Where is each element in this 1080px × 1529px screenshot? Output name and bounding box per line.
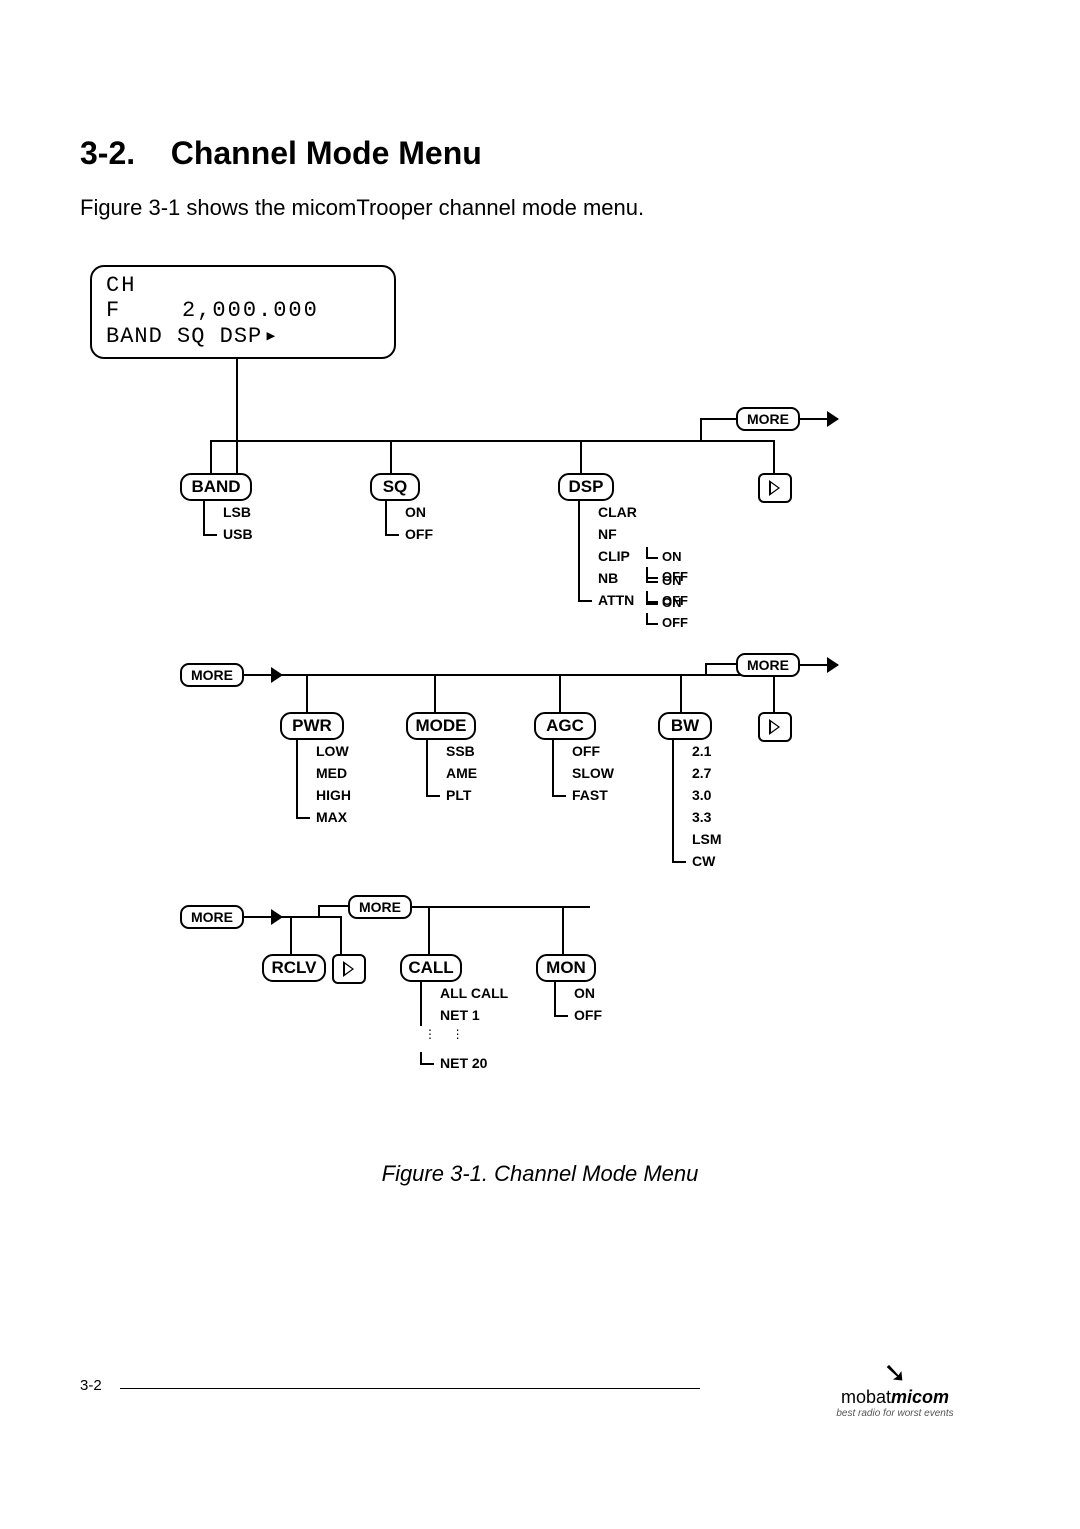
sq-options: ON OFF (385, 501, 433, 545)
connector (210, 440, 775, 442)
arrow-right-icon (798, 418, 838, 420)
connector (700, 418, 702, 442)
heading-number: 3-2. (80, 135, 135, 171)
logo-text-right: micom (891, 1387, 949, 1407)
mode-options: SSB AME PLT (426, 740, 477, 806)
bw-options: 2.1 2.7 3.0 3.3 LSM CW (672, 740, 722, 872)
connector (680, 674, 682, 714)
more-button-row1[interactable]: MORE (736, 407, 800, 431)
connector (773, 440, 775, 475)
next-page-button-row2[interactable] (758, 712, 792, 742)
ellipsis-icon: ⋮ ⋮ (424, 1027, 467, 1041)
figure-caption: Figure 3-1. Channel Mode Menu (80, 1161, 1000, 1187)
connector (434, 674, 436, 714)
agc-button[interactable]: AGC (534, 712, 596, 740)
connector (390, 440, 392, 475)
lcd-line-1: CH (106, 273, 380, 298)
arrow-right-icon (798, 664, 838, 666)
rclv-button[interactable]: RCLV (262, 954, 326, 982)
dsp-attn-options: ON OFF (646, 593, 688, 633)
sq-button[interactable]: SQ (370, 473, 420, 501)
intro-text: Figure 3-1 shows the micomTrooper channe… (80, 195, 644, 221)
agc-options: OFF SLOW FAST (552, 740, 614, 806)
arrow-right-icon (242, 674, 282, 676)
logo-tagline: best radio for worst events (795, 1408, 995, 1419)
connector (773, 674, 775, 714)
connector (580, 440, 582, 475)
page: 3-2. Channel Mode Menu Figure 3-1 shows … (0, 0, 1080, 1529)
bw-button[interactable]: BW (658, 712, 712, 740)
connector (318, 905, 348, 907)
connector (236, 357, 238, 475)
pwr-button[interactable]: PWR (280, 712, 344, 740)
mode-button[interactable]: MODE (406, 712, 476, 740)
logo-text-left: mobat (841, 1387, 891, 1407)
connector (290, 916, 292, 956)
more-prefix-row2[interactable]: MORE (180, 663, 244, 687)
call-button[interactable]: CALL (400, 954, 462, 982)
next-page-button-row1[interactable] (758, 473, 792, 503)
section-heading: 3-2. Channel Mode Menu (80, 135, 482, 172)
dsp-button[interactable]: DSP (558, 473, 614, 501)
connector (340, 916, 342, 956)
footer-divider (120, 1388, 700, 1389)
connector (559, 674, 561, 714)
next-page-button-row3[interactable] (332, 954, 366, 984)
connector (700, 418, 736, 420)
connector (210, 440, 212, 475)
brand-logo: ➘ mobatmicom best radio for worst events (795, 1359, 995, 1419)
heading-text: Channel Mode Menu (171, 135, 482, 171)
lcd-line-3: BAND SQ DSP▸ (106, 323, 380, 349)
more-button-row2[interactable]: MORE (736, 653, 800, 677)
connector (282, 674, 775, 676)
band-button[interactable]: BAND (180, 473, 252, 501)
lcd-line-2: F 2,000.000 (106, 298, 380, 323)
lcd-root-box: CH F 2,000.000 BAND SQ DSP▸ (90, 265, 396, 359)
arrow-right-icon (242, 916, 282, 918)
page-number: 3-2 (80, 1377, 102, 1394)
connector (306, 674, 308, 714)
connector (705, 663, 736, 665)
band-options: LSB USB (203, 501, 253, 545)
connector (562, 906, 564, 956)
more-prefix-row3[interactable]: MORE (180, 905, 244, 929)
pwr-options: LOW MED HIGH MAX (296, 740, 351, 828)
more-inner-row3[interactable]: MORE (348, 895, 412, 919)
logo-swoosh-icon: ➘ (795, 1359, 995, 1387)
dsp-options: CLAR NF CLIP NB ATTN (578, 501, 637, 611)
connector (428, 906, 430, 956)
mon-options: ON OFF (554, 982, 602, 1026)
figure-channel-mode-menu: CH F 2,000.000 BAND SQ DSP▸ MORE BAND SQ… (80, 265, 1000, 1145)
mon-button[interactable]: MON (536, 954, 596, 982)
triangle-right-icon: ▸ (264, 323, 278, 349)
